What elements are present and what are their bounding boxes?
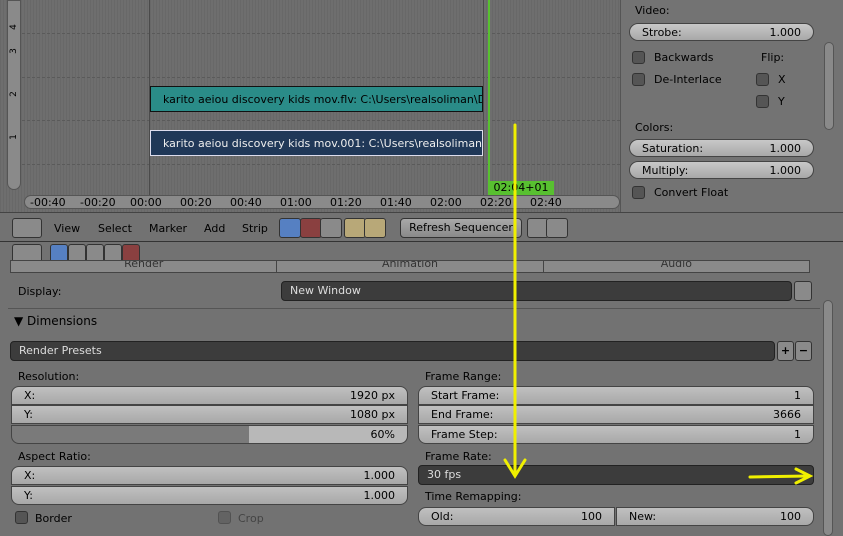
- annotation-arrow-right: [748, 474, 810, 479]
- annotation-arrows: [503, 123, 814, 485]
